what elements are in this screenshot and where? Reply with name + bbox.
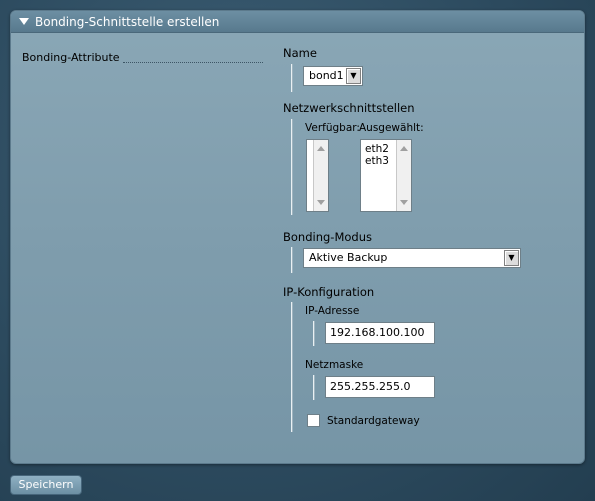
name-section-title: Name	[283, 46, 317, 60]
ip-section-title: IP-Konfiguration	[283, 285, 375, 299]
nics-section-bar	[291, 119, 293, 215]
scroll-down-icon[interactable]	[400, 200, 408, 205]
chevron-down-icon[interactable]: ▼	[346, 68, 361, 84]
available-interfaces-list[interactable]	[306, 139, 329, 212]
chevron-down-icon[interactable]: ▼	[504, 250, 519, 266]
collapse-triangle-icon[interactable]	[19, 18, 29, 25]
dotted-leader	[123, 62, 263, 63]
default-gateway-checkbox[interactable]	[307, 414, 320, 427]
panel-title: Bonding-Schnittstelle erstellen	[35, 15, 220, 29]
selected-label: Ausgewählt:	[359, 122, 424, 134]
bonding-panel: Bonding-Schnittstelle erstellen Bonding-…	[10, 10, 585, 464]
selected-list-scrollbar[interactable]	[396, 140, 411, 211]
bond-name-select[interactable]: bond1 ▼	[303, 66, 363, 86]
nics-section-title: Netzwerkschnittstellen	[283, 101, 415, 115]
save-button[interactable]: Speichern	[10, 475, 82, 495]
netmask-field-bar	[313, 375, 315, 400]
mode-section-title: Bonding-Modus	[283, 230, 372, 244]
panel-header[interactable]: Bonding-Schnittstelle erstellen	[11, 11, 584, 33]
netmask-label: Netzmaske	[305, 359, 364, 371]
netmask-input[interactable]: 255.255.255.0	[325, 376, 435, 398]
name-section-bar	[291, 64, 293, 92]
ip-address-input[interactable]: 192.168.100.100	[325, 322, 435, 344]
bonding-mode-select[interactable]: Aktive Backup ▼	[303, 248, 521, 268]
mode-section-bar	[291, 247, 293, 273]
available-list-scrollbar[interactable]	[313, 140, 328, 211]
bonding-mode-value: Aktive Backup	[309, 251, 388, 264]
scroll-up-icon[interactable]	[317, 146, 325, 151]
available-label: Verfügbar:	[305, 122, 360, 134]
bonding-attributes-label: Bonding-Attribute	[22, 51, 120, 64]
scroll-up-icon[interactable]	[400, 146, 408, 151]
ip-address-label: IP-Adresse	[305, 305, 360, 317]
ip-section-bar	[291, 302, 293, 432]
scroll-down-icon[interactable]	[317, 200, 325, 205]
default-gateway-label: Standardgateway	[327, 415, 420, 427]
bond-name-value: bond1	[309, 69, 344, 82]
selected-interfaces-list[interactable]: eth2 eth3	[360, 139, 412, 212]
ip-field-bar	[313, 321, 315, 346]
